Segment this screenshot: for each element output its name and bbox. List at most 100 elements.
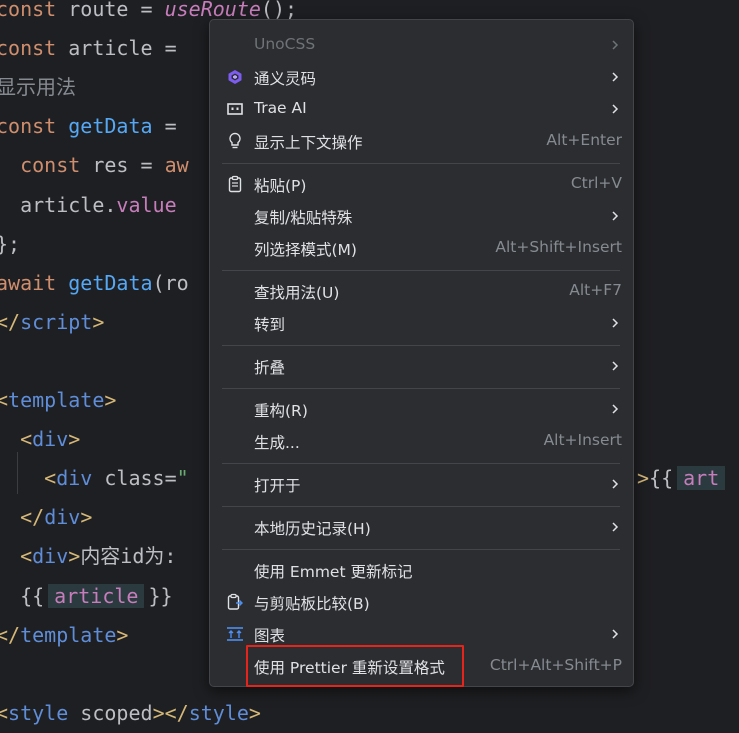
code-line[interactable]: const res = aw (0, 146, 189, 185)
code-token: article = (56, 36, 189, 61)
code-token: </ (0, 309, 21, 334)
menu-item-label: 查找用法(U) (254, 284, 340, 302)
menu-separator (222, 270, 620, 271)
compare-clipboard-icon (226, 593, 244, 611)
code-token: }; (0, 231, 21, 256)
code-line[interactable]: <div>内容id为: (0, 537, 176, 576)
menu-item-label: 图表 (254, 627, 286, 645)
menu-item-shortcut: Alt+Insert (543, 431, 622, 449)
chevron-right-icon (608, 102, 622, 116)
code-token: template (20, 622, 117, 647)
menu-item[interactable]: 生成... Alt+Insert (222, 426, 622, 456)
menu-item-shortcut: Ctrl+V (570, 174, 622, 192)
menu-item-label: 显示上下文操作 (254, 134, 363, 152)
menu-separator (222, 506, 620, 507)
code-token: aw (164, 153, 189, 178)
code-line[interactable]: <div> (0, 420, 80, 459)
code-token: (ro (152, 270, 189, 295)
code-token: > (68, 427, 81, 452)
code-token: </ (20, 505, 45, 530)
code-token: useRoute (164, 0, 261, 21)
chevron-right-icon (608, 316, 622, 330)
menu-item[interactable]: 通义灵码 (222, 62, 622, 92)
diagram-icon (226, 625, 244, 643)
code-token: class= (92, 466, 177, 491)
menu-item[interactable]: Trae AI (222, 94, 622, 124)
code-line[interactable]: const getData = (0, 107, 177, 146)
menu-item[interactable]: 折叠 (222, 351, 622, 381)
menu-item[interactable]: 转到 (222, 308, 622, 338)
menu-item-shortcut: Ctrl+Alt+Shift+P (489, 656, 622, 674)
menu-item-label: 打开于 (254, 477, 301, 495)
menu-item: UnoCSS (222, 30, 622, 60)
code-token: style (188, 700, 249, 725)
lightbulb-icon (226, 132, 244, 150)
code-token: div (32, 427, 69, 452)
code-token: scoped (68, 700, 153, 725)
chevron-right-icon (608, 402, 622, 416)
chevron-right-icon (608, 38, 622, 52)
code-token: < (20, 427, 33, 452)
code-line[interactable]: await getData(ro (0, 264, 189, 303)
highlight-annotation-box (246, 645, 464, 687)
code-token: article. (0, 192, 117, 217)
menu-item-label: 与剪贴板比较(B) (254, 595, 370, 613)
menu-item[interactable]: 查找用法(U) Alt+F7 (222, 276, 622, 306)
menu-item[interactable]: 打开于 (222, 469, 622, 499)
code-line[interactable]: <template> (0, 381, 116, 420)
code-token: getData (68, 114, 153, 139)
code-line[interactable]: <div class=" (0, 459, 189, 498)
code-token: template (8, 388, 105, 412)
menu-separator (222, 163, 620, 164)
menu-separator (222, 388, 620, 389)
code-line[interactable]: </script> (0, 303, 104, 342)
code-token: }} (148, 583, 173, 608)
chevron-right-icon (608, 477, 622, 491)
code-line[interactable]: </div> (0, 498, 92, 537)
code-token: < (0, 700, 9, 725)
code-line[interactable]: 显示用法 (0, 68, 76, 107)
code-token: " (176, 466, 189, 491)
menu-item[interactable]: 列选择模式(M) Alt+Shift+Insert (222, 233, 622, 263)
menu-item-label: 通义灵码 (254, 70, 317, 88)
menu-item[interactable]: 使用 Emmet 更新标记 (222, 555, 622, 585)
code-token: </ (0, 622, 21, 647)
code-token: {{ (649, 466, 674, 491)
context-menu: UnoCSS 通义灵码 Trae AI 显示上下文操作 Alt+Enter 粘贴(P) Ct… (209, 19, 634, 687)
code-line[interactable]: article.value (0, 186, 177, 225)
code-line[interactable]: </template> (0, 616, 128, 655)
menu-item[interactable]: 粘贴(P) Ctrl+V (222, 169, 622, 199)
code-token: > (637, 466, 650, 491)
menu-separator (222, 345, 620, 346)
code-token: value (116, 192, 177, 217)
clipboard-icon (226, 175, 244, 193)
chevron-right-icon (608, 627, 622, 641)
code-token: ></ (152, 700, 189, 725)
code-token: const (20, 153, 81, 178)
code-token: < (20, 544, 33, 569)
code-line[interactable]: }; (0, 225, 20, 264)
code-line[interactable]: const article = (0, 29, 189, 68)
menu-item-label: 转到 (254, 316, 286, 334)
code-token: > (104, 388, 117, 412)
code-token: 内容id为: (80, 544, 177, 569)
code-token: > (92, 309, 105, 334)
menu-item[interactable]: 重构(R) (222, 394, 622, 424)
code-line-overflow[interactable]: >{{art (637, 459, 729, 498)
menu-item[interactable]: 显示上下文操作 Alt+Enter (222, 126, 622, 156)
menu-item-label: 粘贴(P) (254, 177, 307, 195)
code-token: getData (68, 270, 153, 295)
menu-item[interactable]: 与剪贴板比较(B) (222, 587, 622, 617)
code-line[interactable]: {{article}} (0, 577, 173, 616)
code-token: div (56, 466, 93, 491)
menu-item[interactable]: 复制/粘贴特殊 (222, 201, 622, 231)
code-token: await (0, 270, 57, 295)
code-token: 显示用法 (0, 75, 76, 100)
menu-item[interactable]: 本地历史记录(H) (222, 512, 622, 542)
chevron-right-icon (608, 520, 622, 534)
